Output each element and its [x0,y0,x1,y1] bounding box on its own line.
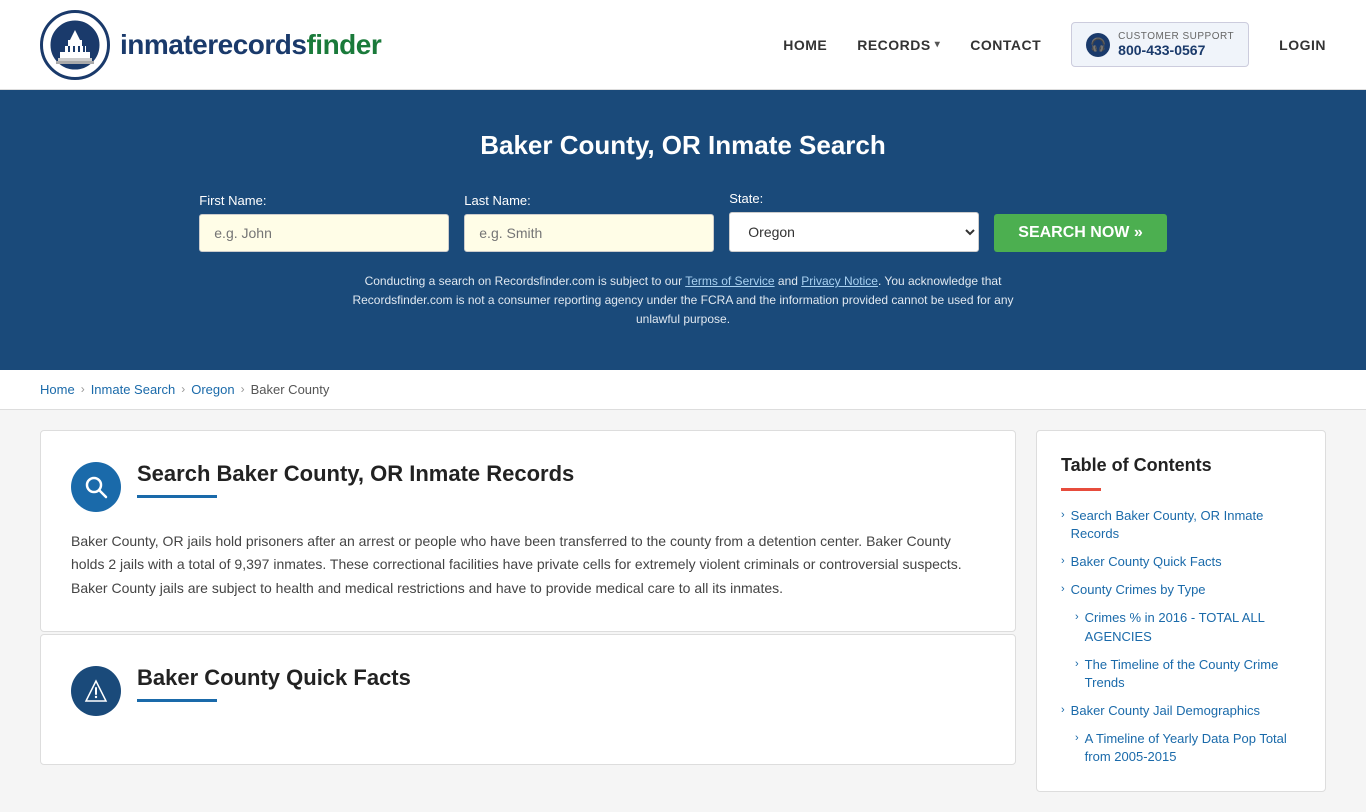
logo-text: inmaterecordsfinder [120,29,381,61]
breadcrumb: Home › Inmate Search › Oregon › Baker Co… [0,370,1366,410]
breadcrumb-current: Baker County [251,382,330,397]
main-content: Search Baker County, OR Inmate Records B… [0,410,1366,812]
toc-chevron-6: › [1075,732,1079,744]
section-inmate-records: Search Baker County, OR Inmate Records B… [40,430,1016,632]
breadcrumb-inmate-search[interactable]: Inmate Search [91,382,176,397]
toc-link-2[interactable]: County Crimes by Type [1071,581,1206,599]
section-title-1: Search Baker County, OR Inmate Records [137,461,574,514]
toc-link-3[interactable]: Crimes % in 2016 - TOTAL ALL AGENCIES [1085,609,1301,645]
toc-item-1: › Baker County Quick Facts [1061,553,1301,571]
support-info: CUSTOMER SUPPORT 800-433-0567 [1118,31,1234,58]
toc-item-6: › A Timeline of Yearly Data Pop Total fr… [1061,730,1301,766]
first-name-group: First Name: [199,193,449,252]
main-nav: HOME RECORDS ▾ CONTACT 🎧 CUSTOMER SUPPOR… [783,22,1326,67]
toc-chevron-1: › [1061,555,1065,567]
toc-item-3: › Crimes % in 2016 - TOTAL ALL AGENCIES [1061,609,1301,645]
first-name-input[interactable] [199,214,449,252]
breadcrumb-sep-2: › [181,382,185,396]
logo-icon [40,10,110,80]
toc-item-0: › Search Baker County, OR Inmate Records [1061,507,1301,543]
facts-section-icon [71,666,121,716]
hero-disclaimer: Conducting a search on Recordsfinder.com… [333,272,1033,330]
last-name-label: Last Name: [464,193,530,208]
toc-item-2: › County Crimes by Type [1061,581,1301,599]
toc-item-5: › Baker County Jail Demographics [1061,702,1301,720]
site-header: inmaterecordsfinder HOME RECORDS ▾ CONTA… [0,0,1366,90]
toc-link-6[interactable]: A Timeline of Yearly Data Pop Total from… [1085,730,1301,766]
section-header-1: Search Baker County, OR Inmate Records [71,461,985,514]
last-name-group: Last Name: [464,193,714,252]
toc-chevron-2: › [1061,583,1065,595]
section-title-2: Baker County Quick Facts [137,665,411,718]
breadcrumb-home[interactable]: Home [40,382,75,397]
records-chevron-icon: ▾ [935,39,941,50]
toc-chevron-0: › [1061,509,1065,521]
section-divider-1 [137,495,217,498]
toc-item-4: › The Timeline of the County Crime Trend… [1061,656,1301,692]
nav-login[interactable]: LOGIN [1279,37,1326,53]
hero-title: Baker County, OR Inmate Search [20,130,1346,161]
state-select[interactable]: OregonAlabamaAlaska [729,212,979,252]
breadcrumb-state[interactable]: Oregon [191,382,234,397]
toc-box: Table of Contents › Search Baker County,… [1036,430,1326,792]
toc-link-5[interactable]: Baker County Jail Demographics [1071,702,1260,720]
search-button[interactable]: SEARCH NOW » [994,214,1166,252]
terms-link[interactable]: Terms of Service [685,274,774,288]
headset-icon: 🎧 [1086,33,1110,57]
state-group: State: OregonAlabamaAlaska [729,191,979,252]
section-divider-2 [137,699,217,702]
breadcrumb-sep-1: › [81,382,85,396]
logo-area: inmaterecordsfinder [40,10,381,80]
toc-link-1[interactable]: Baker County Quick Facts [1071,553,1222,571]
nav-records[interactable]: RECORDS ▾ [857,37,940,53]
section-header-2: Baker County Quick Facts [71,665,985,718]
last-name-input[interactable] [464,214,714,252]
toc-link-4[interactable]: The Timeline of the County Crime Trends [1085,656,1301,692]
breadcrumb-sep-3: › [241,382,245,396]
hero-section: Baker County, OR Inmate Search First Nam… [0,90,1366,370]
toc-chevron-5: › [1061,704,1065,716]
toc-title: Table of Contents [1061,455,1301,476]
left-column: Search Baker County, OR Inmate Records B… [40,430,1016,792]
section-body-1: Baker County, OR jails hold prisoners af… [71,530,985,601]
state-label: State: [729,191,763,206]
privacy-link[interactable]: Privacy Notice [801,274,878,288]
first-name-label: First Name: [199,193,266,208]
search-section-icon [71,462,121,512]
section-quick-facts: Baker County Quick Facts [40,634,1016,765]
toc-chevron-3: › [1075,611,1079,623]
toc-chevron-4: › [1075,658,1079,670]
right-column: Table of Contents › Search Baker County,… [1036,430,1326,792]
search-form: First Name: Last Name: State: OregonAlab… [20,191,1346,252]
nav-home[interactable]: HOME [783,37,827,53]
nav-contact[interactable]: CONTACT [970,37,1041,53]
toc-list: › Search Baker County, OR Inmate Records… [1061,507,1301,767]
toc-link-0[interactable]: Search Baker County, OR Inmate Records [1071,507,1301,543]
customer-support-box[interactable]: 🎧 CUSTOMER SUPPORT 800-433-0567 [1071,22,1249,67]
toc-divider [1061,488,1101,491]
